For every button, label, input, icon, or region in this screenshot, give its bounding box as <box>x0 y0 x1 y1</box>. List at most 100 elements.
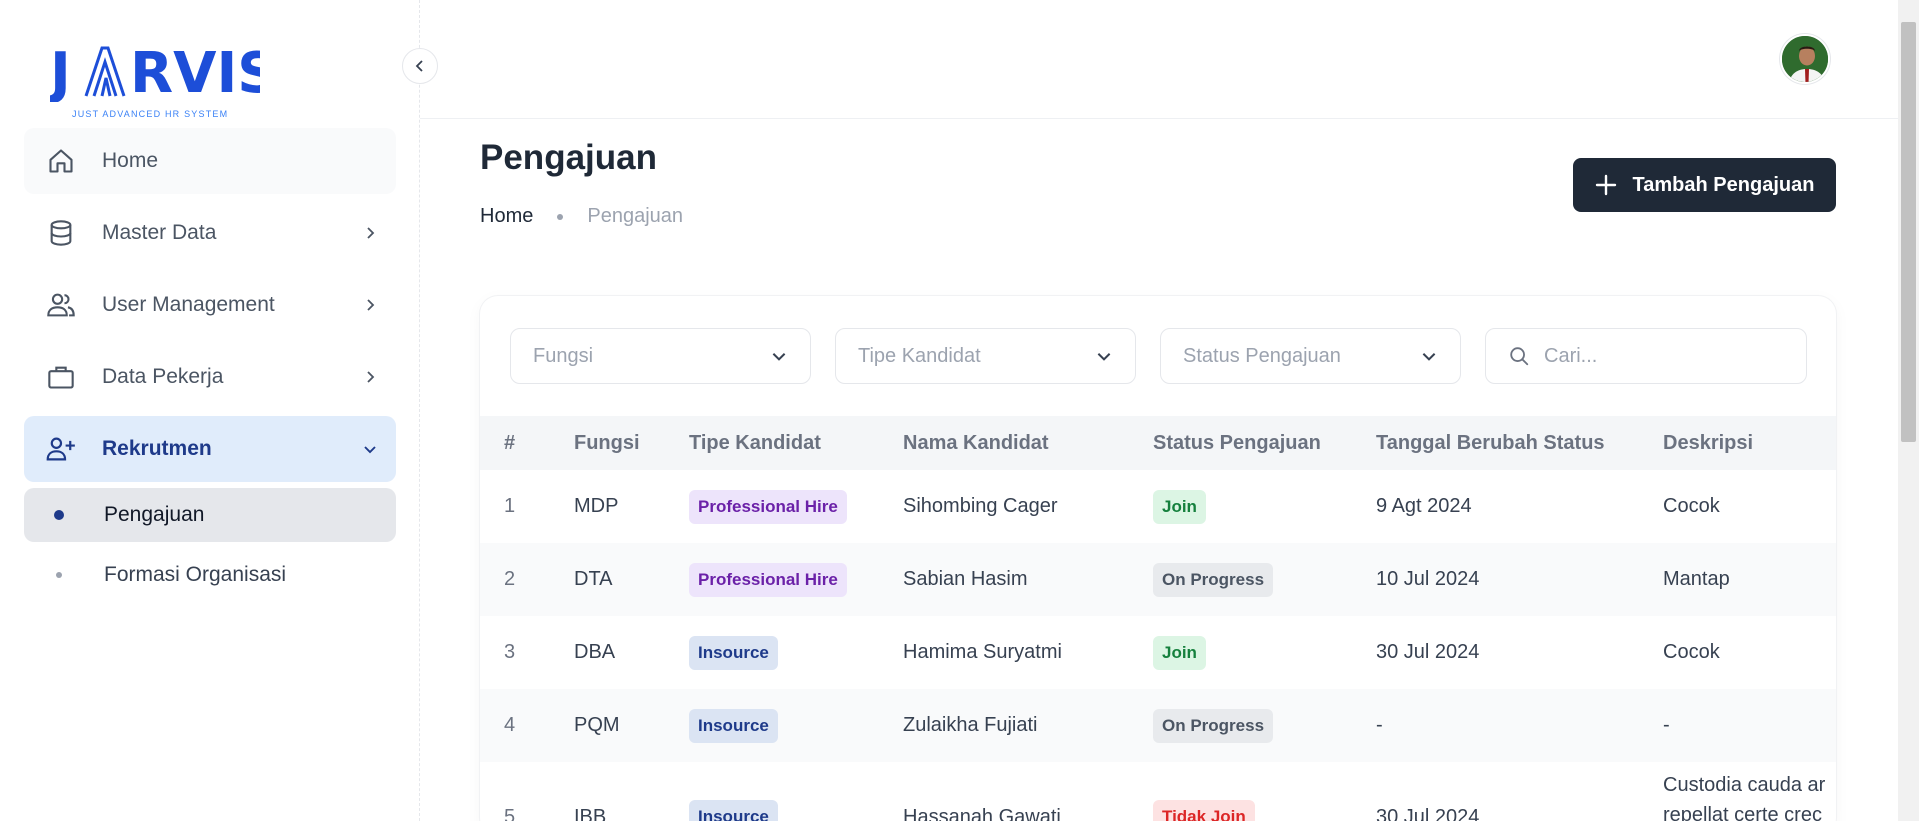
cell-number: 5 <box>504 805 516 821</box>
sidebar-item-home[interactable]: Home <box>24 128 396 194</box>
status-badge: Join <box>1153 489 1206 524</box>
status-badge: On Progress <box>1153 562 1274 597</box>
tipe-badge: Insource <box>689 708 778 743</box>
users-icon <box>44 288 78 322</box>
status-badge: On Progress <box>1153 708 1274 743</box>
sidebar-item-master-data[interactable]: Master Data <box>24 200 396 266</box>
chevron-down-icon <box>1097 353 1111 361</box>
database-icon <box>44 216 78 250</box>
cell-number: 4 <box>504 714 516 736</box>
sidebar-item-label: Data Pekerja <box>102 365 224 388</box>
column-header-deskripsi[interactable]: Deskripsi <box>1663 416 1836 470</box>
cell-nama-kandidat: Sihombing Cager <box>903 495 1058 517</box>
cell-deskripsi: Mantap <box>1663 568 1730 590</box>
search-input[interactable] <box>1544 344 1784 368</box>
tipe-badge: Professional Hire <box>689 489 847 524</box>
sidebar-subitem-label: Pengajuan <box>104 503 205 526</box>
top-bar <box>420 0 1898 119</box>
filter-bar: Fungsi Tipe Kandidat Status Pengajuan <box>510 328 1807 384</box>
briefcase-icon <box>44 360 78 394</box>
search-icon <box>1510 347 1529 366</box>
breadcrumb-current: Pengajuan <box>587 205 684 227</box>
jarvis-logo[interactable]: J RVIS JUST ADVANCED HR SYSTEM <box>46 40 278 120</box>
user-plus-icon <box>44 432 78 466</box>
cell-tanggal: 30 Jul 2024 <box>1376 805 1480 821</box>
bullet-icon <box>56 572 62 578</box>
tipe-kandidat-select[interactable]: Tipe Kandidat <box>835 328 1136 384</box>
sidebar-subitem-label: Formasi Organisasi <box>104 563 287 586</box>
svg-text:RVIS: RVIS <box>130 41 260 102</box>
jarvis-logo-mark: J RVIS <box>46 41 278 106</box>
column-header-fungsi[interactable]: Fungsi <box>574 416 689 470</box>
cell-tanggal: 9 Agt 2024 <box>1376 495 1472 517</box>
cell-deskripsi: Custodia cauda ar repellat certe crec <box>1663 762 1836 821</box>
status-badge: Tidak Join <box>1153 800 1255 821</box>
column-header-status-pengajuan[interactable]: Status Pengajuan <box>1153 416 1376 470</box>
sidebar: J RVIS JUST ADVANCED HR SYSTEM Home Mast… <box>0 0 420 821</box>
svg-text:J: J <box>50 41 71 102</box>
chevron-right-icon <box>358 365 382 389</box>
home-icon <box>44 144 78 178</box>
chevron-right-icon <box>358 221 382 245</box>
sidebar-item-user-management[interactable]: User Management <box>24 272 396 338</box>
cell-deskripsi: Cocok <box>1663 641 1720 663</box>
cell-number: 2 <box>504 568 516 590</box>
sidebar-nav: Home Master Data User Management Data Pe… <box>24 128 396 608</box>
deskripsi-line-1: Custodia cauda ar <box>1663 774 1826 796</box>
cell-fungsi: PQM <box>574 714 620 736</box>
fungsi-select[interactable]: Fungsi <box>510 328 811 384</box>
status-badge: Join <box>1153 635 1206 670</box>
user-avatar[interactable] <box>1780 34 1830 84</box>
tipe-badge: Insource <box>689 800 778 821</box>
sidebar-collapse-button[interactable] <box>402 48 438 84</box>
sidebar-item-data-pekerja[interactable]: Data Pekerja <box>24 344 396 410</box>
deskripsi-line-2: repellat certe crec <box>1663 804 1822 821</box>
table-header-row: # Fungsi Tipe Kandidat Nama Kandidat Sta… <box>480 416 1836 470</box>
column-header-tanggal-berubah-status[interactable]: Tanggal Berubah Status <box>1376 416 1663 470</box>
cell-fungsi: DBA <box>574 641 616 663</box>
sidebar-item-rekrutmen[interactable]: Rekrutmen <box>24 416 396 482</box>
column-header-tipe-kandidat[interactable]: Tipe Kandidat <box>689 416 903 470</box>
sidebar-item-label: Home <box>102 149 159 172</box>
breadcrumb-home-link[interactable]: Home <box>480 205 533 228</box>
chevron-down-icon <box>772 353 786 361</box>
scrollbar-thumb[interactable] <box>1901 22 1916 442</box>
search-field[interactable] <box>1485 328 1807 384</box>
chevron-down-icon <box>1422 353 1436 361</box>
logo-subtitle: JUST ADVANCED HR SYSTEM <box>72 109 229 119</box>
cell-nama-kandidat: Hamima Suryatmi <box>903 641 1062 663</box>
table-row[interactable]: 4 PQM Insource Zulaikha Fujiati On Progr… <box>480 689 1836 762</box>
cell-tanggal: 10 Jul 2024 <box>1376 568 1480 590</box>
sidebar-item-label: Rekrutmen <box>102 437 212 460</box>
table-row[interactable]: 5 IBB Insource Hassanah Gawati Tidak Joi… <box>480 762 1836 821</box>
tipe-badge: Professional Hire <box>689 562 847 597</box>
cell-fungsi: MDP <box>574 495 619 517</box>
pengajuan-card: Fungsi Tipe Kandidat Status Pengajuan # … <box>480 296 1836 821</box>
sidebar-subitem-pengajuan[interactable]: Pengajuan <box>24 488 396 542</box>
cell-nama-kandidat: Zulaikha Fujiati <box>903 714 1038 736</box>
cell-deskripsi: Cocok <box>1663 495 1720 517</box>
plus-icon <box>1595 174 1616 196</box>
table-row[interactable]: 3 DBA Insource Hamima Suryatmi Join 30 J… <box>480 616 1836 689</box>
chevron-down-icon <box>358 437 382 461</box>
tipe-select-placeholder: Tipe Kandidat <box>858 344 981 367</box>
column-header-nama-kandidat[interactable]: Nama Kandidat <box>903 416 1153 470</box>
fungsi-select-placeholder: Fungsi <box>533 344 594 367</box>
table-row[interactable]: 1 MDP Professional Hire Sihombing Cager … <box>480 470 1836 543</box>
breadcrumb-separator <box>557 213 564 220</box>
cell-number: 3 <box>504 641 516 663</box>
sidebar-subitem-formasi-organisasi[interactable]: Formasi Organisasi <box>24 548 396 602</box>
sidebar-item-label: Master Data <box>102 221 217 244</box>
cell-fungsi: DTA <box>574 568 613 590</box>
page-scrollbar[interactable] <box>1898 0 1919 821</box>
page-title: Pengajuan <box>480 138 657 177</box>
cell-tanggal: 30 Jul 2024 <box>1376 641 1480 663</box>
table-row[interactable]: 2 DTA Professional Hire Sabian Hasim On … <box>480 543 1836 616</box>
column-header-number[interactable]: # <box>480 416 574 470</box>
status-select-placeholder: Status Pengajuan <box>1183 344 1341 367</box>
cell-nama-kandidat: Sabian Hasim <box>903 568 1028 590</box>
cell-fungsi: IBB <box>574 805 607 821</box>
status-pengajuan-select[interactable]: Status Pengajuan <box>1160 328 1461 384</box>
chevron-right-icon <box>358 293 382 317</box>
add-pengajuan-button[interactable]: Tambah Pengajuan <box>1573 158 1836 212</box>
